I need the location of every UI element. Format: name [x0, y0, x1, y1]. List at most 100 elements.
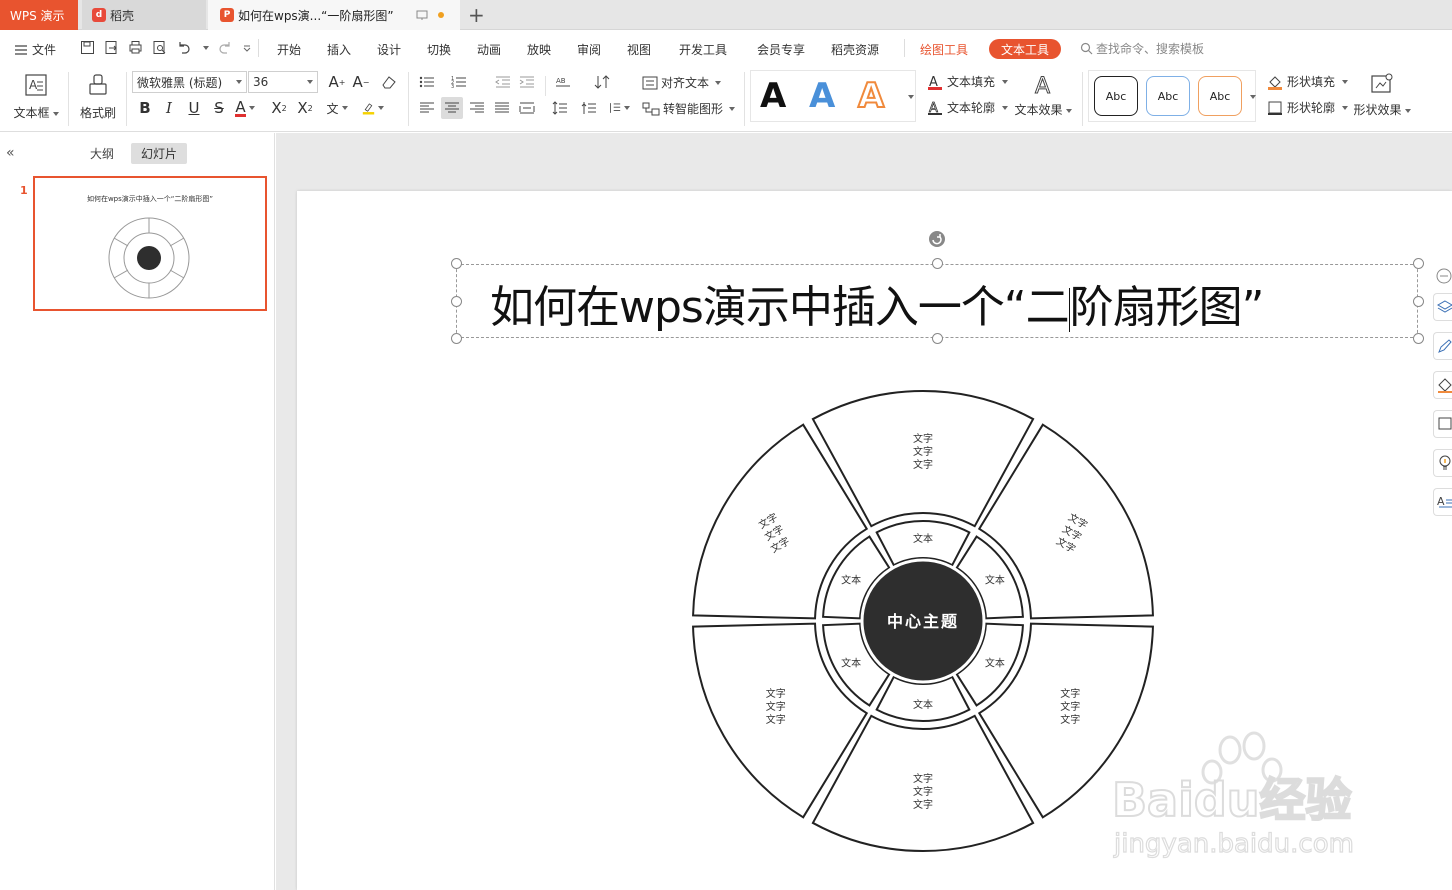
align-left-icon[interactable] — [416, 97, 438, 119]
text-effect-button[interactable]: A 文本效果 — [1013, 71, 1073, 118]
decrease-font-icon[interactable]: A − — [350, 71, 372, 93]
menu-slideshow[interactable]: 放映 — [527, 41, 551, 58]
resize-handle-left[interactable] — [451, 296, 462, 307]
resize-handle-top[interactable] — [932, 258, 943, 269]
shape-effect-button[interactable]: 形状效果 — [1352, 71, 1412, 118]
resize-handle-right[interactable] — [1413, 296, 1424, 307]
font-name-select[interactable]: 微软雅黑 (标题) — [132, 71, 247, 93]
redo-icon[interactable] — [218, 40, 233, 55]
strikethrough-icon[interactable]: S — [208, 97, 230, 119]
collapse-panel-icon[interactable]: « — [6, 145, 15, 161]
shape-outline-button[interactable]: 形状轮廓 — [1267, 99, 1349, 116]
align-text-button[interactable]: 对齐文本 — [642, 74, 722, 91]
decrease-indent-icon[interactable] — [492, 71, 514, 93]
shape-style-more-icon[interactable] — [1247, 89, 1256, 103]
menu-insert[interactable]: 插入 — [327, 41, 351, 58]
new-tab-button[interactable]: + — [468, 3, 485, 27]
resize-handle-bottom[interactable] — [932, 333, 943, 344]
text-style-more-icon[interactable] — [905, 89, 914, 103]
menu-transition[interactable]: 切换 — [427, 41, 451, 58]
title-textbox[interactable]: 如何在wps演示中插入一个“二阶扇形图” — [456, 264, 1418, 338]
clear-format-icon[interactable] — [378, 71, 400, 93]
text-style-black[interactable]: A — [760, 77, 786, 115]
increase-indent-icon[interactable] — [516, 71, 538, 93]
font-size-select[interactable]: 36 — [248, 71, 318, 93]
bold-icon[interactable]: B — [134, 97, 156, 119]
export-icon[interactable] — [104, 40, 119, 55]
shape-fill-button[interactable]: 形状填充 — [1267, 73, 1349, 90]
ribbon-separator — [1082, 72, 1083, 126]
resize-handle-top-left[interactable] — [451, 258, 462, 269]
edit-tool[interactable] — [1433, 332, 1452, 360]
shape-fill-tool[interactable] — [1433, 371, 1452, 399]
shape-outline-tool[interactable] — [1433, 410, 1452, 438]
menu-daoke-resources[interactable]: 稻壳资源 — [831, 41, 879, 58]
line-spacing-icon[interactable] — [549, 97, 571, 119]
menu-view[interactable]: 视图 — [627, 41, 651, 58]
undo-dropdown-icon[interactable] — [203, 45, 209, 50]
bullet-list-icon[interactable] — [416, 71, 438, 93]
subscript-icon[interactable]: X2 — [294, 97, 316, 119]
menu-home[interactable]: 开始 — [277, 41, 301, 58]
menu-developer[interactable]: 开发工具 — [679, 41, 727, 58]
menu-animation[interactable]: 动画 — [477, 41, 501, 58]
align-center-icon[interactable] — [441, 97, 463, 119]
tab-wps-app[interactable]: WPS 演示 — [0, 0, 78, 30]
resize-handle-bottom-left[interactable] — [451, 333, 462, 344]
tab-daoke[interactable]: d 稻壳 — [82, 0, 206, 30]
text-direction-icon[interactable]: AB — [553, 71, 575, 93]
file-menu[interactable]: 文件 — [14, 41, 56, 58]
menu-member[interactable]: 会员专享 — [757, 41, 805, 58]
print-preview-icon[interactable] — [152, 40, 167, 55]
command-search[interactable]: 查找命令、搜索模板 — [1080, 40, 1204, 57]
print-icon[interactable] — [128, 40, 143, 55]
shape-style-dark[interactable]: Abc — [1094, 76, 1138, 116]
italic-icon[interactable]: I — [158, 97, 180, 119]
menu-text-tools[interactable]: 文本工具 — [989, 39, 1061, 59]
justify-icon[interactable] — [491, 97, 513, 119]
font-color-icon[interactable]: A — [234, 97, 256, 119]
customize-toolbar-icon[interactable] — [242, 43, 252, 53]
tab-outline[interactable]: 大纲 — [90, 145, 114, 162]
text-style-orange[interactable]: A — [857, 76, 885, 116]
align-right-icon[interactable] — [466, 97, 488, 119]
shape-style-orange[interactable]: Abc — [1198, 76, 1242, 116]
tab-document[interactable]: P 如何在wps演...“一阶扇形图” — [208, 0, 460, 30]
menu-design[interactable]: 设计 — [377, 41, 401, 58]
smart-tip-tool[interactable] — [1433, 449, 1452, 477]
text-tool[interactable]: A — [1433, 488, 1452, 516]
resize-handle-bottom-right[interactable] — [1413, 333, 1424, 344]
slide-thumbnail[interactable]: 如何在wps演示中插入一个“二阶扇形图” — [33, 176, 267, 311]
textbox-button[interactable]: A 文本框 — [12, 72, 60, 121]
paragraph-icon[interactable] — [608, 97, 630, 119]
increase-font-icon[interactable]: A + — [326, 71, 348, 93]
smart-shape-button[interactable]: 转智能图形 — [642, 100, 736, 117]
rotate-handle-icon[interactable] — [928, 230, 946, 248]
zoom-out-tool[interactable] — [1433, 262, 1452, 290]
underline-icon[interactable]: U — [183, 97, 205, 119]
save-icon[interactable] — [80, 40, 95, 55]
tab-slides[interactable]: 幻灯片 — [131, 143, 187, 164]
superscript-icon[interactable]: X2 — [268, 97, 290, 119]
layers-tool[interactable] — [1433, 293, 1452, 321]
highlight-icon[interactable] — [362, 97, 384, 119]
phonetic-icon[interactable]: 文 — [326, 97, 348, 119]
sort-icon[interactable] — [591, 71, 613, 93]
paragraph-spacing-icon[interactable] — [578, 97, 600, 119]
shape-style-blue[interactable]: Abc — [1146, 76, 1190, 116]
undo-icon[interactable] — [176, 40, 191, 55]
text-outline-button[interactable]: A 文本轮廓 — [927, 99, 1009, 116]
text-style-blue[interactable]: A — [809, 77, 835, 115]
menu-drawing-tools[interactable]: 绘图工具 — [920, 41, 968, 58]
menu-separator — [258, 39, 259, 57]
format-painter-button[interactable]: 格式刷 — [76, 72, 120, 121]
tab-bar: WPS 演示 d 稻壳 P 如何在wps演...“一阶扇形图” + — [0, 0, 1452, 30]
menu-review[interactable]: 审阅 — [577, 41, 601, 58]
text-fill-button[interactable]: A 文本填充 — [927, 73, 1009, 90]
fan-diagram[interactable]: 文字文字文字文字文字文字文字文字文字文字文字文字文字文字文字文字文字文字 文本文本… — [690, 388, 1156, 854]
resize-handle-top-right[interactable] — [1413, 258, 1424, 269]
screen-icon[interactable] — [416, 9, 428, 21]
slide-title[interactable]: 如何在wps演示中插入一个“二阶扇形图” — [490, 271, 1264, 335]
numbered-list-icon[interactable]: 123 — [448, 71, 470, 93]
distribute-icon[interactable] — [516, 97, 538, 119]
